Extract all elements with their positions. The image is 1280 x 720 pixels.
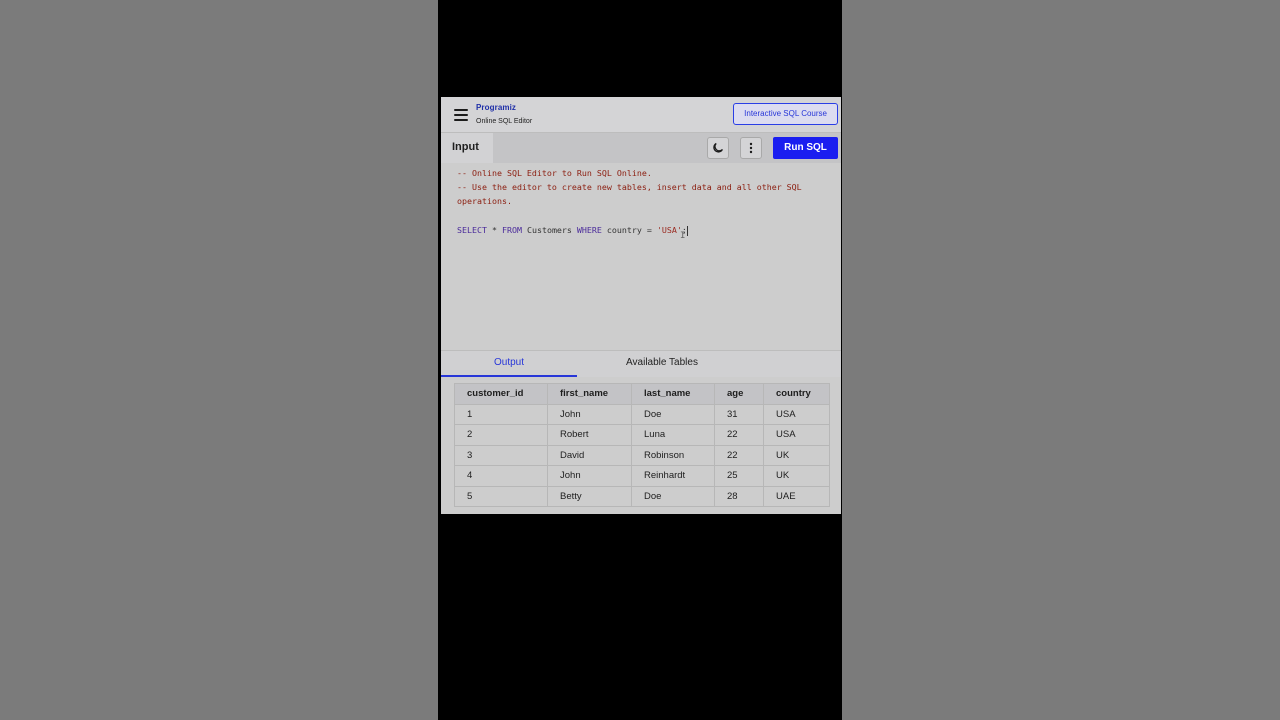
- table-cell: John: [547, 465, 632, 487]
- table-row: 5 Betty Doe 28 UAE: [454, 485, 830, 507]
- table-row: 4 John Reinhardt 25 UK: [454, 465, 830, 487]
- comment-line: -- Online SQL Editor to Run SQL Online.: [457, 168, 652, 178]
- table-cell: John: [547, 403, 632, 425]
- sql-query-line[interactable]: SELECT * FROM Customers WHERE country = …: [457, 225, 688, 236]
- background-left: [0, 0, 438, 720]
- table-cell: Robinson: [631, 444, 715, 466]
- interactive-course-button[interactable]: Interactive SQL Course: [733, 103, 838, 125]
- table-cell: 22: [714, 424, 764, 446]
- column-header: first_name: [547, 383, 632, 405]
- table-cell: UK: [763, 444, 830, 466]
- table-cell: USA: [763, 424, 830, 446]
- top-bar: Programiz Online SQL Editor Interactive …: [441, 97, 841, 133]
- table-cell: Luna: [631, 424, 715, 446]
- editor-toolbar: Input Run SQL: [441, 133, 841, 163]
- table-cell: USA: [763, 403, 830, 425]
- table-cell: Reinhardt: [631, 465, 715, 487]
- tab-available-tables[interactable]: Available Tables: [577, 351, 747, 375]
- table-cell: 3: [454, 444, 548, 466]
- code-token: Customers: [521, 225, 577, 235]
- column-header: customer_id: [454, 383, 548, 405]
- more-options-button[interactable]: [740, 137, 762, 159]
- table-cell: 25: [714, 465, 764, 487]
- table-cell: Betty: [547, 485, 632, 507]
- table-cell: 31: [714, 403, 764, 425]
- comment-line: -- Use the editor to create new tables, …: [457, 182, 802, 192]
- table-row: 2 Robert Luna 22 USA: [454, 424, 830, 446]
- table-cell: David: [547, 444, 632, 466]
- moon-icon: [713, 142, 723, 153]
- table-cell: 22: [714, 444, 764, 466]
- table-row: 3 David Robinson 22 UK: [454, 444, 830, 466]
- keyword-select: SELECT: [457, 225, 487, 235]
- code-token: *: [486, 225, 502, 235]
- table-row: 1 John Doe 31 USA: [454, 403, 830, 425]
- column-header: last_name: [631, 383, 715, 405]
- sql-editor-app: Programiz Online SQL Editor Interactive …: [441, 97, 841, 514]
- theme-toggle-button[interactable]: [707, 137, 729, 159]
- table-cell: 28: [714, 485, 764, 507]
- background-right: [842, 0, 1280, 720]
- table-header-row: customer_id first_name last_name age cou…: [454, 383, 830, 405]
- brand-logo[interactable]: Programiz: [476, 103, 516, 112]
- code-editor[interactable]: -- Online SQL Editor to Run SQL Online. …: [441, 163, 841, 350]
- ibeam-cursor-icon: I: [680, 231, 686, 241]
- tab-output[interactable]: Output: [441, 351, 577, 377]
- table-cell: Doe: [631, 485, 715, 507]
- run-sql-button[interactable]: Run SQL: [773, 137, 838, 159]
- string-literal: 'USA': [656, 225, 682, 235]
- column-header: country: [763, 383, 830, 405]
- menu-icon[interactable]: [454, 109, 468, 121]
- table-cell: 5: [454, 485, 548, 507]
- table-cell: UK: [763, 465, 830, 487]
- column-header: age: [714, 383, 764, 405]
- table-cell: Doe: [631, 403, 715, 425]
- table-cell: 1: [454, 403, 548, 425]
- table-cell: 2: [454, 424, 548, 446]
- keyword-where: WHERE: [576, 225, 602, 235]
- results-table: customer_id first_name last_name age cou…: [454, 383, 830, 507]
- output-tabs: Output Available Tables: [441, 350, 841, 377]
- brand-subtitle: Online SQL Editor: [476, 118, 533, 125]
- table-cell: 4: [454, 465, 548, 487]
- more-vertical-icon: [749, 142, 753, 154]
- keyword-from: FROM: [501, 225, 522, 235]
- code-token: country =: [601, 225, 657, 235]
- comment-line: operations.: [457, 196, 512, 206]
- table-cell: Robert: [547, 424, 632, 446]
- tab-input[interactable]: Input: [441, 133, 493, 163]
- text-caret: [686, 225, 688, 236]
- table-cell: UAE: [763, 485, 830, 507]
